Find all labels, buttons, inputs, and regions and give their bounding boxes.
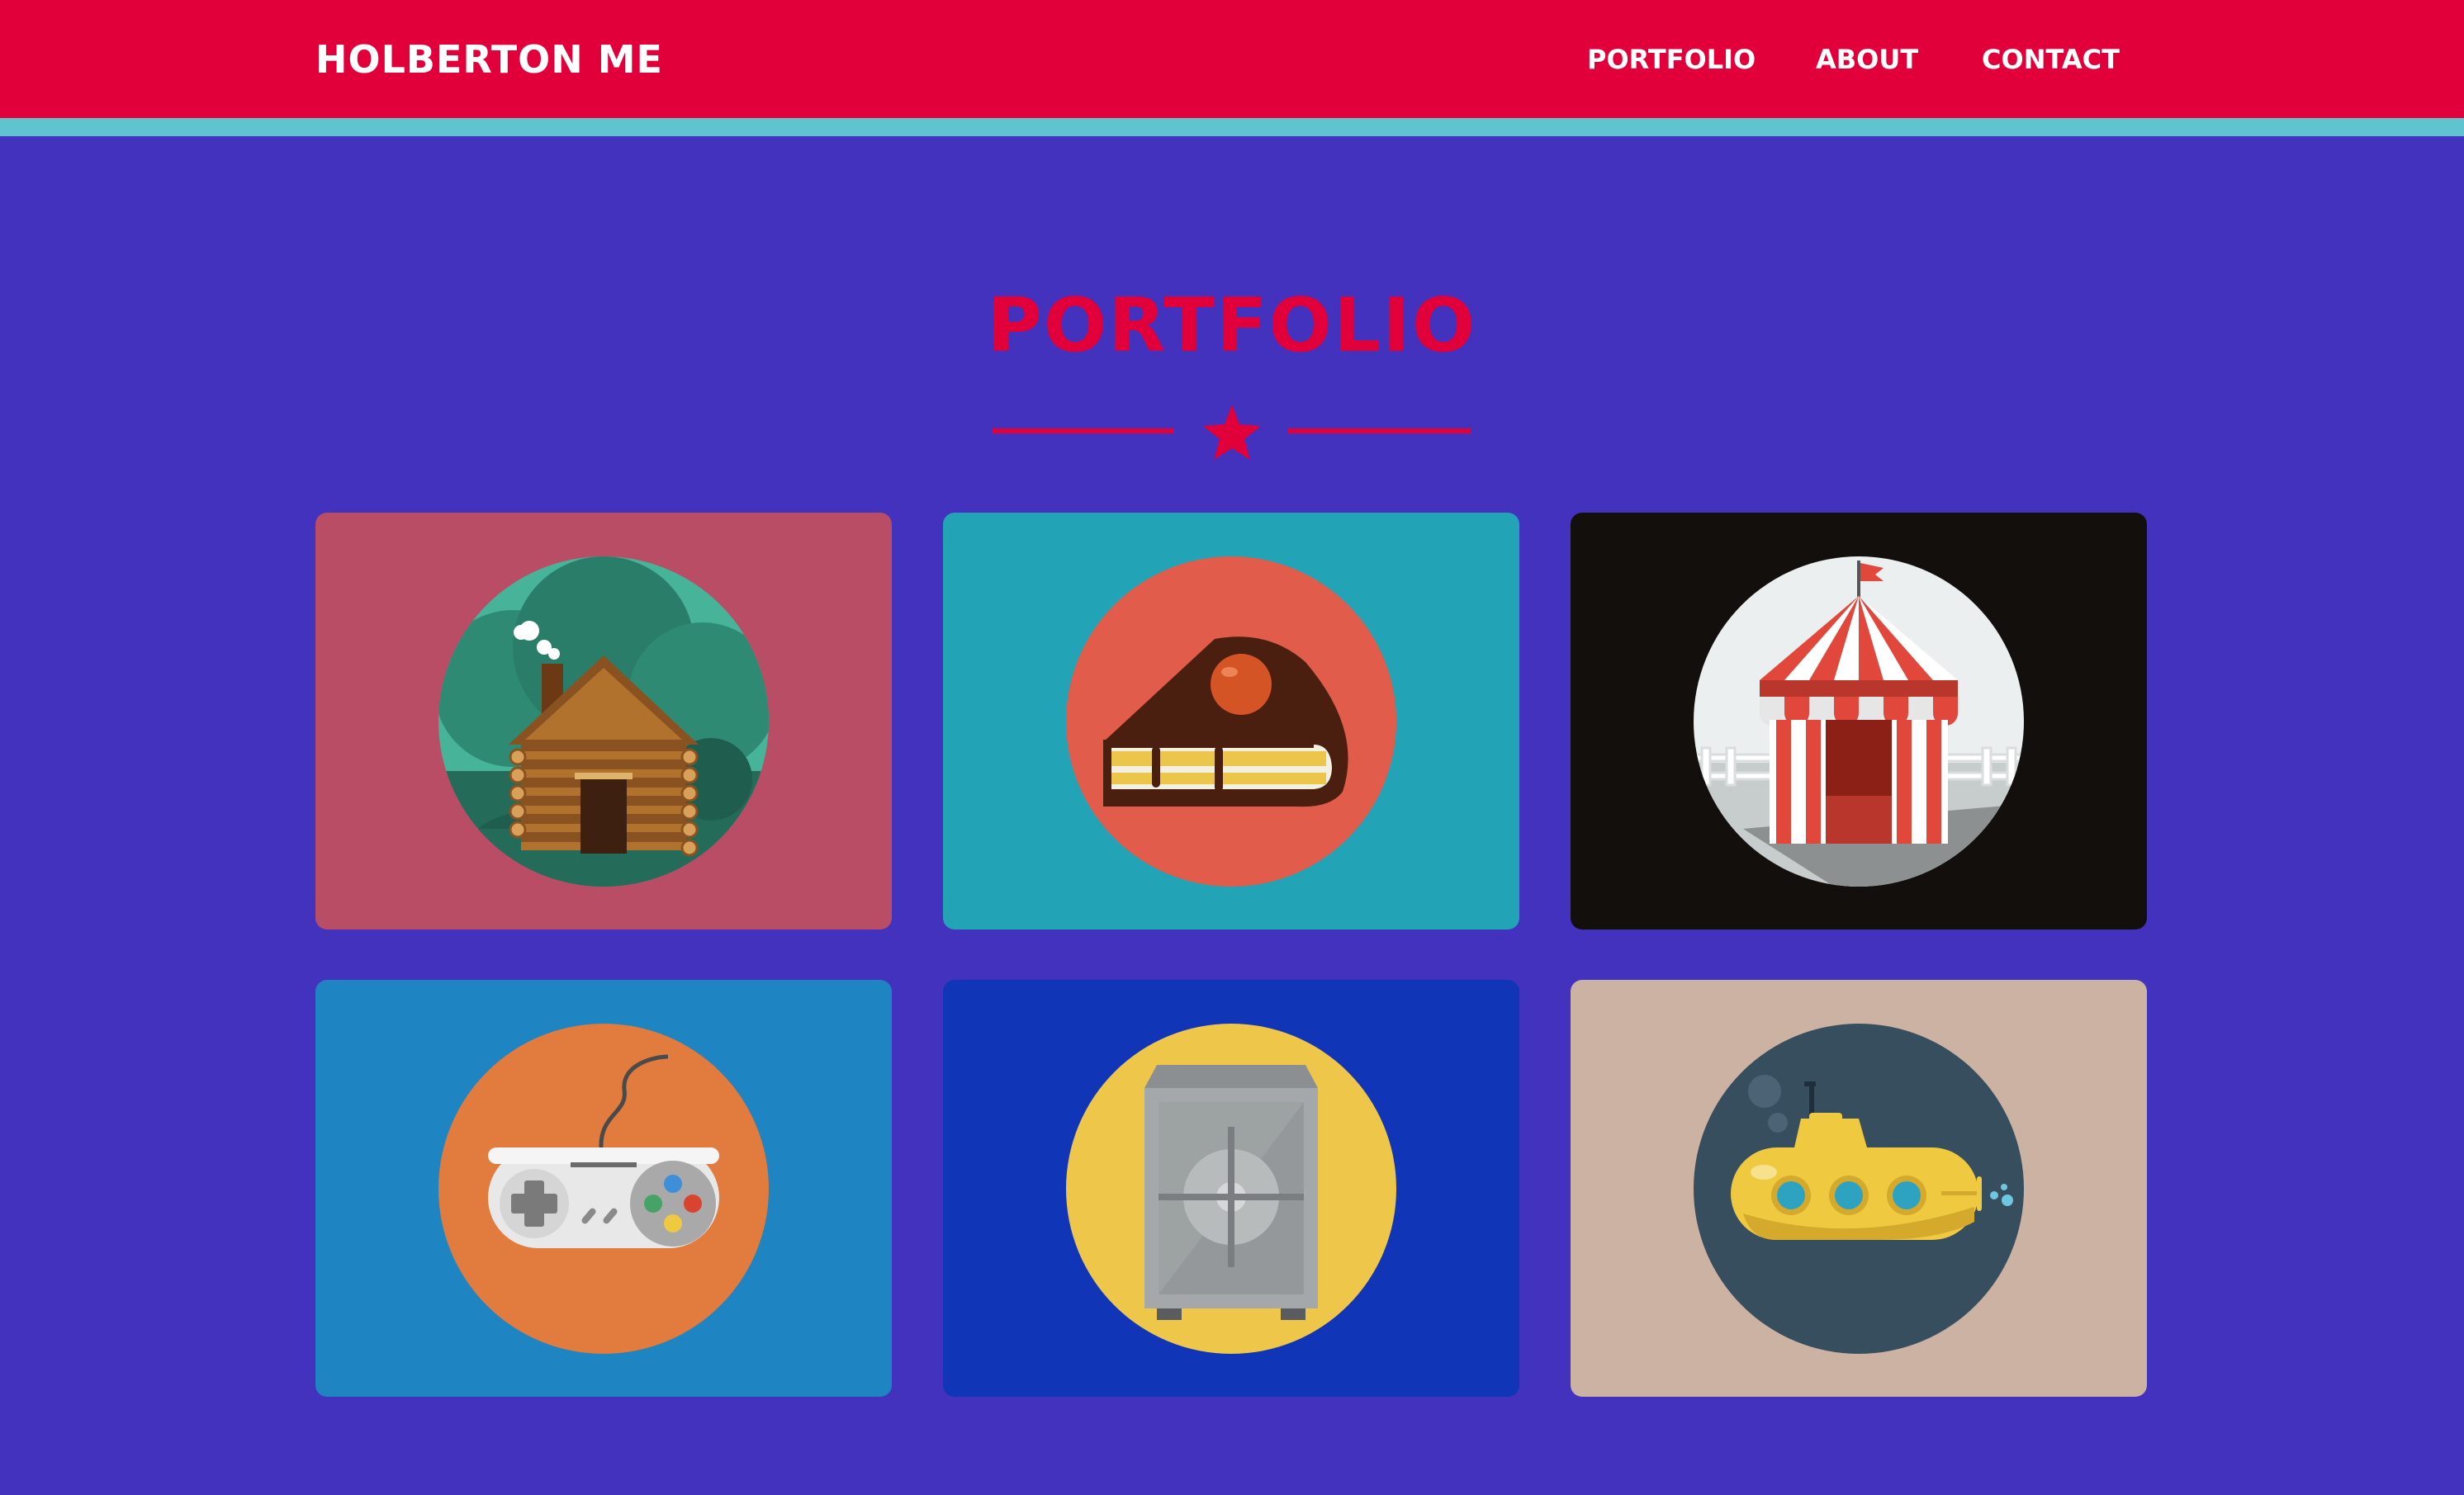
portfolio-card-cabin[interactable] [315,513,892,930]
game-controller-icon [438,1024,769,1354]
safe-icon [1066,1024,1396,1354]
nav-link-portfolio[interactable]: PORTFOLIO [1587,30,1756,89]
star-icon [1203,405,1261,460]
cake-slice-icon [1066,556,1396,887]
portfolio-card-controller[interactable] [315,980,892,1397]
portfolio-card-cake[interactable] [943,513,1519,930]
section-title: PORTFOLIO [987,282,1477,369]
portfolio-card-submarine[interactable] [1571,980,2147,1397]
nav-link-contact[interactable]: CONTACT [1982,30,2120,89]
submarine-icon [1694,1024,2024,1354]
divider-line-right [1288,428,1471,433]
navbar-accent-stripe [0,118,2464,136]
log-cabin-icon [438,556,769,887]
portfolio-card-safe[interactable] [943,980,1519,1397]
nav-link-about[interactable]: ABOUT [1816,30,1918,89]
divider-line-left [992,428,1174,433]
circus-tent-icon [1694,556,2024,887]
nav-links: PORTFOLIO ABOUT CONTACT [0,30,2464,89]
portfolio-card-circus[interactable] [1571,513,2147,930]
